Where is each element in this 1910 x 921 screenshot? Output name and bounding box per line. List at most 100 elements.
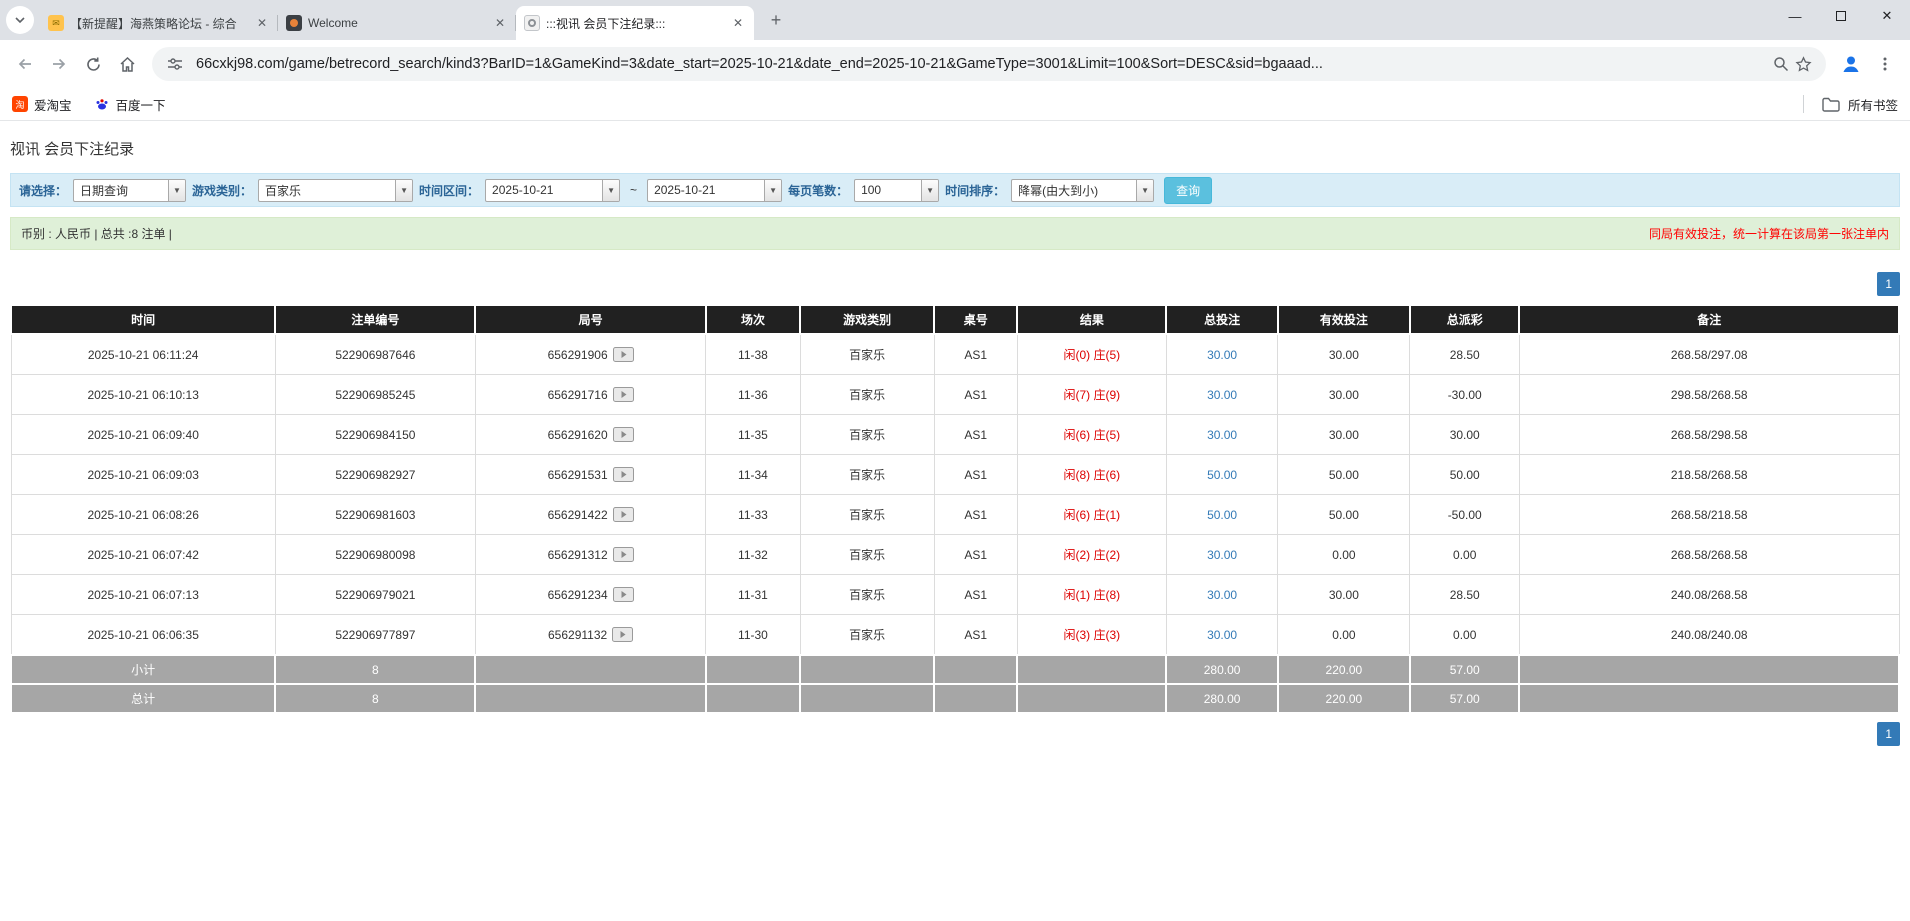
cell-table-no: AS1 [933, 614, 1018, 656]
total-bet-link[interactable]: 50.00 [1207, 468, 1237, 482]
cell-note: 240.08/268.58 [1518, 574, 1900, 615]
dropdown-arrow-icon[interactable]: ▼ [1136, 179, 1154, 201]
search-button[interactable]: 查询 [1164, 176, 1213, 204]
total-bet-link[interactable]: 30.00 [1207, 588, 1237, 602]
table-row: 2025-10-21 06:11:24 522906987646 6562919… [10, 333, 1900, 375]
result-banker: 庄(5) [1093, 348, 1121, 362]
page-size-dropdown[interactable]: 100 ▼ [854, 178, 940, 202]
table-header-row: 时间 注单编号 局号 场次 游戏类别 桌号 结果 总投注 有效投注 总派彩 备注 [9, 304, 1900, 335]
cell-game-type: 百家乐 [799, 374, 935, 415]
site-settings-icon[interactable] [164, 53, 186, 75]
dropdown-arrow-icon[interactable]: ▼ [921, 179, 939, 201]
round-number: 656291312 [547, 547, 608, 562]
page-number-button[interactable]: 1 [1877, 722, 1900, 746]
result-player: 闲(6) [1063, 428, 1091, 442]
header-round-no: 局号 [474, 304, 707, 335]
sort-dropdown[interactable]: 降幂(由大到小) ▼ [1011, 178, 1155, 202]
welcome-favicon-icon [286, 15, 302, 31]
cell-result: 闲(6) 庄(1) [1016, 494, 1167, 535]
cell-note: 298.58/268.58 [1518, 374, 1900, 415]
tab-search-button[interactable] [6, 6, 34, 34]
round-replay-icon[interactable] [612, 507, 634, 522]
tab-welcome[interactable]: Welcome ✕ [278, 6, 516, 40]
cell-bet-no: 522906977897 [274, 614, 476, 656]
cell-session: 11-36 [705, 374, 801, 415]
cell-note: 268.58/298.58 [1518, 414, 1900, 455]
tab-forum[interactable]: ✉ 【新提醒】海燕策略论坛 - 综合 ✕ [40, 6, 278, 40]
close-button[interactable]: ✕ [1864, 0, 1910, 32]
cell-round-no: 656291906 [474, 333, 707, 375]
bookmark-star-icon[interactable] [1792, 53, 1814, 75]
cell-total-bet: 50.00 [1165, 454, 1279, 495]
cell-valid-bet: 30.00 [1277, 333, 1411, 375]
result-player: 闲(3) [1063, 628, 1091, 642]
reload-button[interactable] [76, 47, 110, 81]
cell-game-type: 百家乐 [799, 574, 935, 615]
total-bet-link[interactable]: 30.00 [1207, 548, 1237, 562]
dropdown-arrow-icon[interactable]: ▼ [602, 179, 620, 201]
round-number: 656291132 [548, 627, 608, 642]
back-arrow-icon [18, 58, 31, 70]
round-replay-icon[interactable] [612, 347, 634, 362]
bookmark-baidu[interactable]: 百度一下 [93, 95, 166, 114]
result-player: 闲(8) [1063, 468, 1091, 482]
tab-close-icon[interactable]: ✕ [492, 15, 508, 31]
result-banker: 庄(9) [1093, 388, 1121, 402]
cell-game-type: 百家乐 [799, 534, 935, 575]
total-row: 总计 8 280.00 220.00 57.00 [9, 683, 1900, 714]
subtotal-count: 8 [274, 654, 477, 685]
round-replay-icon[interactable] [612, 427, 634, 442]
zoom-icon[interactable] [1770, 53, 1792, 75]
tab-close-icon[interactable]: ✕ [730, 15, 746, 31]
select-mode-dropdown[interactable]: 日期查询 ▼ [73, 178, 187, 202]
browser-menu-button[interactable] [1868, 47, 1902, 81]
reload-icon [86, 57, 100, 71]
page-number-button[interactable]: 1 [1877, 272, 1900, 296]
page-size-label: 每页笔数： [788, 183, 849, 198]
address-bar[interactable]: 66cxkj98.com/game/betrecord_search/kind3… [152, 47, 1826, 81]
record-favicon-icon [524, 15, 540, 31]
tab-bet-record[interactable]: :::视讯 会员下注纪录::: ✕ [516, 6, 754, 40]
total-bet-link[interactable]: 30.00 [1207, 428, 1237, 442]
round-replay-icon[interactable] [612, 467, 634, 482]
home-button[interactable] [110, 47, 144, 81]
date-end-picker[interactable]: 2025-10-21 ▼ [647, 178, 783, 202]
cell-total-bet: 30.00 [1165, 414, 1279, 455]
date-separator: ~ [630, 183, 638, 197]
cell-game-type: 百家乐 [799, 494, 935, 535]
round-replay-icon[interactable] [612, 627, 634, 642]
url-text[interactable]: 66cxkj98.com/game/betrecord_search/kind3… [196, 56, 1760, 72]
cell-session: 11-32 [705, 534, 801, 575]
tab-close-icon[interactable]: ✕ [254, 15, 270, 31]
round-number: 656291620 [547, 427, 608, 442]
forward-button[interactable] [42, 47, 76, 81]
date-start-value: 2025-10-21 [492, 183, 554, 197]
folder-icon [1822, 97, 1840, 112]
back-button[interactable] [8, 47, 42, 81]
round-replay-icon[interactable] [612, 547, 634, 562]
cell-time: 2025-10-21 06:08:26 [10, 494, 276, 535]
round-replay-icon[interactable] [612, 387, 634, 402]
navigation-bar: 66cxkj98.com/game/betrecord_search/kind3… [0, 40, 1910, 88]
minimize-button[interactable]: — [1772, 0, 1818, 32]
round-number: 656291234 [547, 587, 608, 602]
all-bookmarks[interactable]: 所有书签 [1802, 95, 1898, 114]
game-type-dropdown[interactable]: 百家乐 ▼ [258, 178, 414, 202]
round-replay-icon[interactable] [612, 587, 634, 602]
new-tab-button[interactable]: + [762, 6, 790, 34]
total-bet-link[interactable]: 50.00 [1207, 508, 1237, 522]
profile-avatar[interactable] [1834, 47, 1868, 81]
dropdown-arrow-icon[interactable]: ▼ [395, 179, 413, 201]
subtotal-label: 小计 [9, 654, 277, 685]
total-bet-link[interactable]: 30.00 [1207, 388, 1237, 402]
home-icon [119, 56, 135, 72]
dropdown-arrow-icon[interactable]: ▼ [764, 179, 782, 201]
dropdown-arrow-icon[interactable]: ▼ [168, 179, 186, 201]
maximize-button[interactable] [1818, 0, 1864, 32]
total-bet-link[interactable]: 30.00 [1207, 348, 1237, 362]
cell-result: 闲(1) 庄(8) [1016, 574, 1167, 615]
date-start-picker[interactable]: 2025-10-21 ▼ [485, 178, 621, 202]
total-bet-link[interactable]: 30.00 [1207, 628, 1237, 642]
bookmark-taobao[interactable]: 淘 爱淘宝 [12, 95, 72, 114]
cell-round-no: 656291234 [474, 574, 707, 615]
